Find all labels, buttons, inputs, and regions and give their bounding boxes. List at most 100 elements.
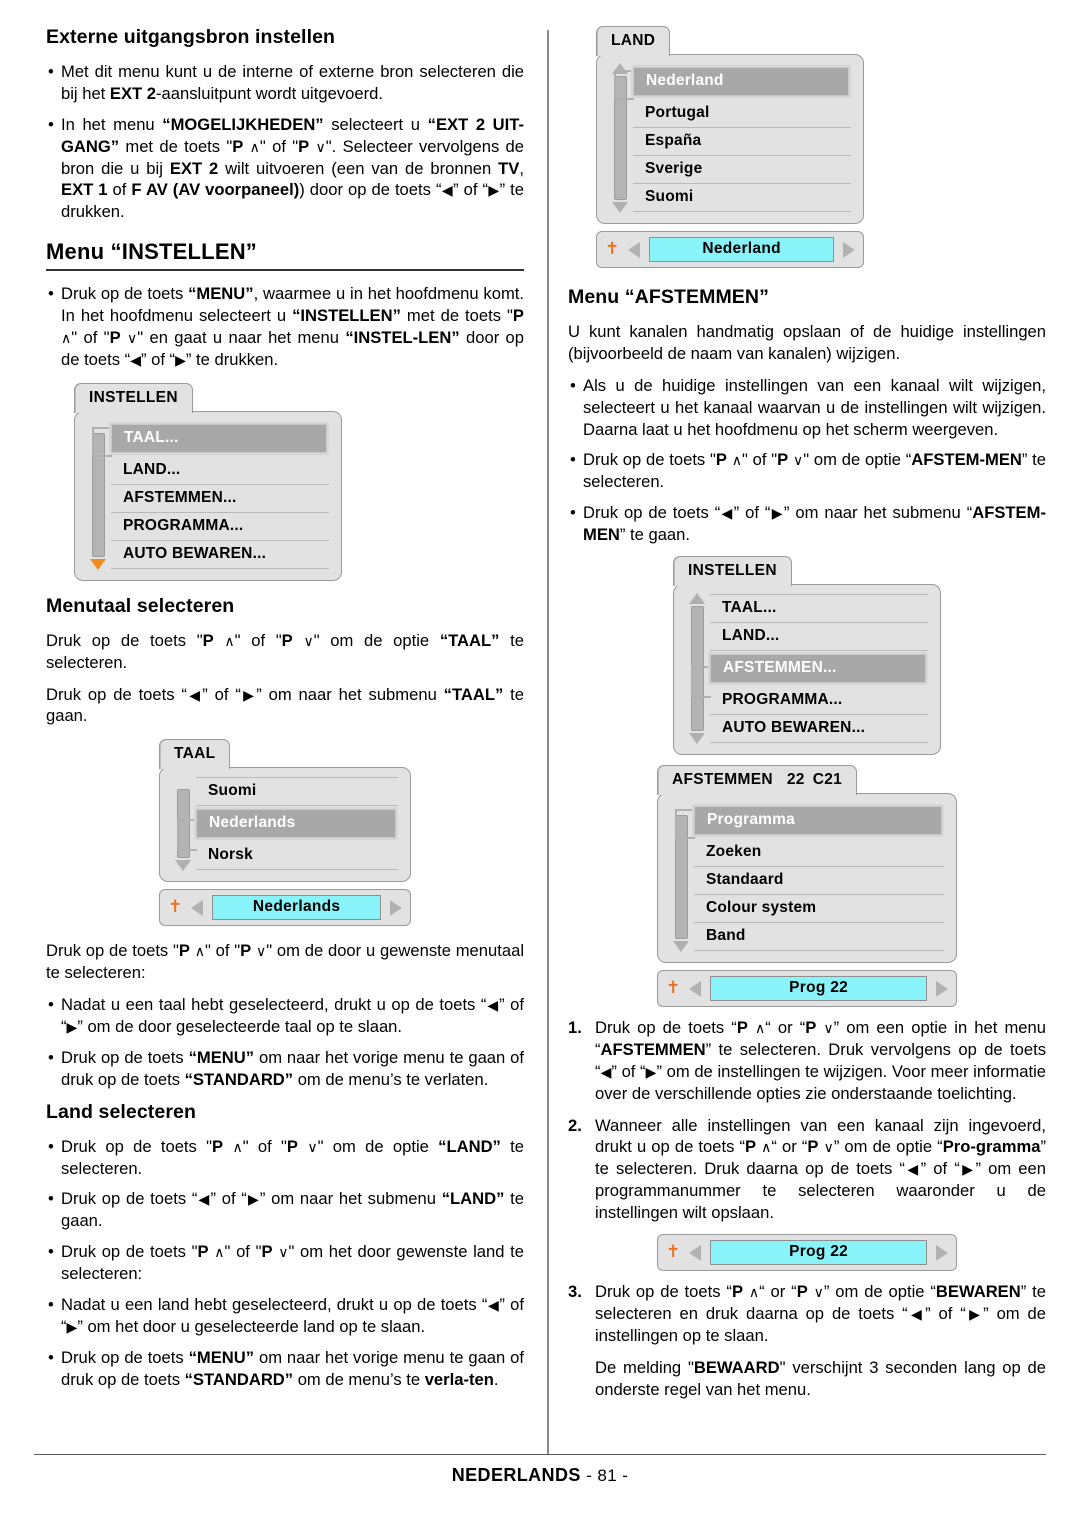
page-footer: NEDERLANDS - 81 - bbox=[34, 1454, 1046, 1486]
osd-menu-item[interactable]: LAND... bbox=[111, 457, 329, 485]
scroll-down-arrow-icon[interactable] bbox=[689, 733, 705, 745]
left-triangle-icon[interactable] bbox=[628, 241, 641, 258]
bullet-list-instellen: Druk op de toets “MENU”, waarmee u in he… bbox=[46, 283, 524, 371]
osd-menu-item[interactable]: España bbox=[633, 128, 851, 156]
osd-status-bar: ✝ Nederland bbox=[596, 231, 864, 268]
osd-instellen-1: INSTELLEN TAAL... LAND... AFSTEMMEN... P… bbox=[46, 382, 524, 581]
osd-item-list: TAAL... LAND... AFSTEMMEN... PROGRAMMA..… bbox=[691, 594, 928, 744]
osd-tab-channel: C21 bbox=[812, 771, 843, 789]
scroll-down-arrow-icon[interactable] bbox=[175, 860, 191, 872]
osd-taal: TAAL Suomi Nederlands Norsk ✝ Nederlands bbox=[46, 739, 524, 927]
left-triangle-icon[interactable] bbox=[191, 899, 204, 916]
osd-status-value: Nederlands bbox=[212, 895, 381, 921]
osd-menu-item[interactable]: LAND... bbox=[710, 623, 928, 652]
osd-status-value: Prog 22 bbox=[710, 1240, 927, 1266]
selection-bracket-icon bbox=[92, 426, 112, 457]
right-triangle-icon[interactable] bbox=[936, 980, 948, 997]
selection-bracket-icon bbox=[691, 666, 711, 699]
footer-page-number: - 81 - bbox=[586, 1466, 629, 1485]
osd-menu-item[interactable]: Zoeken bbox=[694, 839, 944, 868]
scroll-down-arrow-icon[interactable] bbox=[612, 202, 628, 213]
list-item: Met dit menu kunt u de interne of extern… bbox=[46, 61, 524, 105]
list-item: Nadat u een land hebt geselecteerd, druk… bbox=[46, 1294, 524, 1338]
osd-menu-item[interactable]: TAAL... bbox=[710, 594, 928, 624]
osd-tab-number: 22 bbox=[786, 771, 805, 789]
para-taal-1: Druk op de toets "P ∧" of "P ∨" om de op… bbox=[46, 630, 525, 672]
list-item: Druk op de toets “P ∧“ or “P ∨” om een o… bbox=[568, 1017, 1047, 1103]
osd-menu-item[interactable]: Suomi bbox=[633, 184, 851, 212]
osd-title-tab: LAND bbox=[596, 26, 671, 56]
scroll-down-arrow-icon[interactable] bbox=[90, 558, 106, 570]
osd-instellen-2: INSTELLEN TAAL... LAND... AFSTEMMEN... P… bbox=[568, 556, 1046, 756]
osd-body: TAAL... LAND... AFSTEMMEN... PROGRAMMA..… bbox=[673, 584, 941, 756]
two-column-layout: Externe uitgangsbron instellen Met dit m… bbox=[46, 26, 1047, 1455]
scroll-up-arrow-icon[interactable] bbox=[689, 593, 705, 605]
osd-body: TAAL... LAND... AFSTEMMEN... PROGRAMMA..… bbox=[74, 410, 342, 581]
list-item: Druk op de toets “MENU” om naar het vori… bbox=[46, 1047, 524, 1091]
osd-menu-item[interactable]: AFSTEMMEN... bbox=[111, 485, 329, 513]
right-triangle-icon[interactable] bbox=[936, 1244, 948, 1261]
osd-title-tab: INSTELLEN bbox=[74, 382, 193, 413]
bullet-list-ext-source: Met dit menu kunt u de interne of extern… bbox=[46, 61, 524, 223]
left-triangle-icon[interactable] bbox=[689, 980, 702, 997]
osd-menu-item[interactable]: Suomi bbox=[196, 777, 398, 807]
wrench-icon: ✝ bbox=[168, 897, 183, 918]
right-triangle-icon[interactable] bbox=[390, 899, 402, 916]
list-item: Druk op de toets “◀” of “▶” om naar het … bbox=[568, 502, 1046, 546]
wrench-icon: ✝ bbox=[666, 1242, 681, 1263]
footer-language: NEDERLANDS bbox=[451, 1465, 581, 1485]
osd-menu-item[interactable]: Colour system bbox=[694, 895, 944, 924]
osd-menu-item[interactable]: Sverige bbox=[633, 156, 851, 184]
osd-widget: INSTELLEN TAAL... LAND... AFSTEMMEN... P… bbox=[74, 382, 342, 581]
osd-status-bar: ✝ Nederlands bbox=[159, 889, 411, 927]
manual-page: Externe uitgangsbron instellen Met dit m… bbox=[0, 0, 1080, 1528]
list-item: Wanneer alle instellingen van een kanaal… bbox=[568, 1115, 1047, 1223]
wrench-icon: ✝ bbox=[605, 239, 620, 259]
heading-menu-instellen: Menu “INSTELLEN” bbox=[46, 239, 257, 265]
list-item: In het menu “MOGELIJKHEDEN” selecteert u… bbox=[46, 114, 524, 223]
list-item: Druk op de toets “MENU” om naar het vori… bbox=[46, 1347, 524, 1391]
list-item: Druk op de toets “◀” of “▶” om naar het … bbox=[46, 1188, 524, 1232]
osd-menu-item[interactable]: Nederlands bbox=[196, 809, 396, 839]
bullet-list-land: Druk op de toets "P ∧" of "P ∨" om de op… bbox=[46, 1136, 524, 1391]
osd-menu-item[interactable]: PROGRAMMA... bbox=[710, 687, 928, 716]
osd-menu-item[interactable]: Programma bbox=[694, 806, 942, 836]
osd-menu-item[interactable]: Nederland bbox=[633, 67, 849, 96]
osd-menu-item[interactable]: PROGRAMMA... bbox=[111, 513, 329, 541]
osd-menu-item[interactable]: Band bbox=[694, 923, 944, 952]
osd-menu-item[interactable]: Standaard bbox=[694, 867, 944, 896]
selection-bracket-icon bbox=[675, 809, 695, 840]
numbered-list-afstemmen: Druk op de toets “P ∧“ or “P ∨” om een o… bbox=[568, 1017, 1046, 1224]
wrench-icon: ✝ bbox=[666, 978, 681, 999]
bullet-list-taal: Nadat u een taal hebt geselecteerd, druk… bbox=[46, 994, 524, 1091]
list-item: Druk op de toets "P ∧" of "P ∨" om het d… bbox=[46, 1241, 524, 1285]
list-item: Druk op de toets “P ∧“ or “P ∨” om de op… bbox=[568, 1281, 1046, 1345]
heading-menu-afstemmen: Menu “AFSTEMMEN” bbox=[568, 286, 769, 308]
osd-body: Programma Zoeken Standaard Colour system… bbox=[657, 793, 957, 964]
list-item: Druk op de toets “MENU”, waarmee u in he… bbox=[46, 283, 524, 371]
list-item: Als u de huidige instellingen van een ka… bbox=[568, 375, 1046, 441]
column-divider-gap bbox=[524, 26, 568, 1455]
para-afstemmen-intro: U kunt kanalen handmatig opslaan of de h… bbox=[568, 322, 1047, 363]
osd-tab-label: AFSTEMMEN bbox=[672, 771, 773, 789]
list-item: Druk op de toets "P ∧" of "P ∨" om de op… bbox=[568, 449, 1046, 493]
left-triangle-icon[interactable] bbox=[689, 1244, 702, 1261]
osd-menu-item[interactable]: TAAL... bbox=[111, 423, 327, 453]
selection-bracket-icon bbox=[614, 70, 634, 100]
right-triangle-icon[interactable] bbox=[843, 241, 855, 258]
osd-status-value: Prog 22 bbox=[710, 976, 927, 1002]
para-taal-2: Druk op de toets “◀” of “▶” om naar het … bbox=[46, 684, 524, 726]
osd-item-list: Suomi Nederlands Norsk bbox=[177, 777, 398, 871]
osd-title-tab: TAAL bbox=[159, 739, 231, 770]
osd-menu-item[interactable]: AUTO BEWAREN... bbox=[710, 715, 928, 744]
osd-menu-item[interactable]: Portugal bbox=[633, 100, 851, 128]
osd-status-bar: ✝ Prog 22 bbox=[657, 970, 957, 1008]
scroll-down-arrow-icon[interactable] bbox=[673, 941, 689, 953]
column-divider bbox=[547, 30, 550, 1455]
osd-status-value: Nederland bbox=[649, 237, 834, 262]
osd-menu-item[interactable]: Norsk bbox=[196, 842, 398, 871]
osd-menu-item[interactable]: AUTO BEWAREN... bbox=[111, 541, 329, 569]
osd-widget: AFSTEMMEN 22 C21 Programma Zoeken Standaar… bbox=[657, 765, 957, 1008]
osd-land: LAND Nederland Portugal España Sverige S… bbox=[568, 26, 1046, 268]
osd-menu-item[interactable]: AFSTEMMEN... bbox=[710, 654, 926, 684]
